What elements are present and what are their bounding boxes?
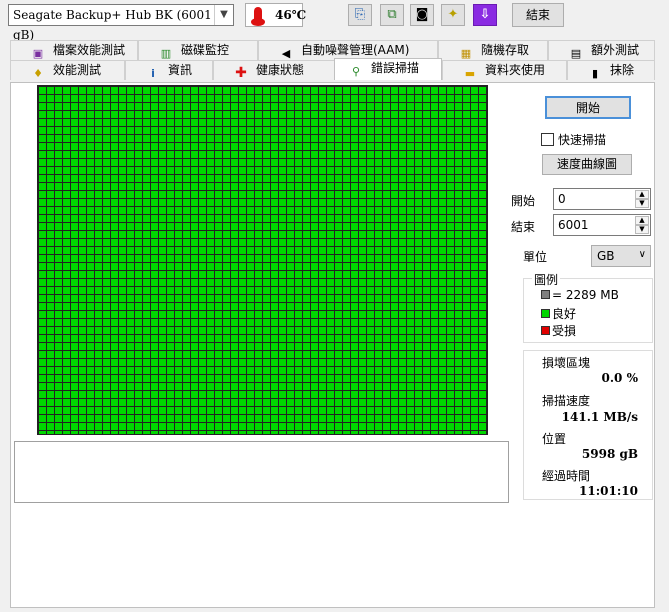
- end-field-label: 結束: [511, 220, 536, 234]
- options-icon: ✦: [447, 7, 459, 22]
- tab-benchmark[interactable]: ♦ 效能測試: [10, 60, 125, 80]
- camera-icon: ◙: [415, 7, 429, 22]
- magnifier-icon: ⚲: [351, 65, 361, 78]
- scan-log-box[interactable]: [14, 441, 509, 503]
- tab-label: 資訊: [168, 63, 193, 77]
- start-field[interactable]: 0 ▲ ▼: [553, 188, 651, 210]
- health-cross-icon: ✚: [235, 65, 247, 81]
- end-field-value: 6001: [558, 218, 589, 232]
- copy-button[interactable]: ⎘: [348, 4, 372, 26]
- download-icon: ⇩: [479, 7, 491, 22]
- tab-info[interactable]: i 資訊: [125, 60, 213, 80]
- legend-good: 良好: [541, 305, 576, 322]
- options-button[interactable]: ✦: [441, 4, 465, 26]
- tab-erase[interactable]: ▮ 抹除: [567, 60, 655, 80]
- download-button[interactable]: ⇩: [473, 4, 497, 26]
- info-icon: i: [151, 67, 155, 80]
- tab-label: 健康狀態: [256, 63, 305, 77]
- file-benchmark-icon: ▣: [32, 47, 44, 60]
- speaker-icon: ◀: [281, 47, 291, 60]
- disk-monitor-icon: ▥: [160, 47, 172, 60]
- tab-extra-tests[interactable]: ▤ 額外測試: [548, 40, 655, 60]
- tab-label: 隨機存取: [481, 43, 530, 57]
- tab-label: 磁碟監控: [181, 43, 230, 57]
- position-value: 5998 gB: [581, 447, 638, 461]
- extra-tests-icon: ▤: [570, 47, 582, 60]
- speed-curve-button[interactable]: 速度曲線圖: [542, 154, 632, 175]
- tab-label: 錯誤掃描: [371, 61, 420, 75]
- copy-all-icon: ⧉: [387, 7, 397, 22]
- damaged-blocks-value: 0.0 %: [601, 371, 638, 385]
- temperature-value: 46℃: [275, 8, 307, 22]
- scan-block-grid: [37, 85, 488, 435]
- drive-select-value: Seagate Backup+ Hub BK (6001 gB): [13, 8, 212, 42]
- tab-aam[interactable]: ◀ 自動噪聲管理(AAM): [258, 40, 438, 60]
- damaged-label: 受損: [552, 324, 577, 338]
- exit-button[interactable]: 結束: [512, 3, 564, 27]
- good-label: 良好: [552, 307, 577, 321]
- increment-icon[interactable]: ▲: [635, 190, 649, 199]
- quick-scan-checkbox[interactable]: [541, 133, 554, 146]
- temperature-display: 46℃: [245, 3, 307, 27]
- damaged-swatch: [541, 326, 550, 335]
- elapsed-time-label: 經過時間: [542, 469, 591, 483]
- copy-all-button[interactable]: ⧉: [380, 4, 404, 26]
- good-swatch: [541, 309, 550, 318]
- start-button[interactable]: 開始: [545, 96, 631, 119]
- block-size-text: = 2289 MB: [552, 288, 619, 302]
- legend-title: 圖例: [532, 271, 561, 288]
- increment-icon[interactable]: ▲: [635, 216, 649, 225]
- tab-label: 額外測試: [591, 43, 640, 57]
- scan-stats-group: 損壞區塊 0.0 % 掃描速度 141.1 MB/s 位置 5998 gB 經過…: [523, 350, 653, 500]
- copy-icon: ⎘: [354, 7, 366, 22]
- error-scan-panel: 開始 快速掃描 速度曲線圖 開始 0 ▲ ▼ 結束 6001 ▲ ▼ 單位 GB…: [10, 82, 655, 608]
- block-swatch: [541, 290, 550, 299]
- random-access-icon: ▦: [460, 47, 472, 60]
- unit-label: 單位: [523, 250, 548, 264]
- start-field-label: 開始: [511, 194, 536, 208]
- tab-folder-usage[interactable]: ▬ 資料夾使用: [442, 60, 567, 80]
- tab-label: 效能測試: [53, 63, 102, 77]
- tab-error-scan[interactable]: ⚲ 錯誤掃描: [334, 58, 442, 80]
- toolbar: Seagate Backup+ Hub BK (6001 gB) ▼ 46℃ ⎘…: [0, 0, 669, 42]
- decrement-icon[interactable]: ▼: [635, 225, 649, 234]
- tab-bar: ▣ 檔案效能測試 ▥ 磁碟監控 ◀ 自動噪聲管理(AAM) ▦ 隨機存取 ▤ 額外測試 ♦…: [10, 40, 655, 82]
- tab-random-access[interactable]: ▦ 隨機存取: [438, 40, 548, 60]
- trash-icon: ▮: [591, 67, 599, 80]
- chevron-down-icon: ∨: [638, 249, 646, 260]
- quick-scan-option[interactable]: 快速掃描: [541, 131, 606, 148]
- folder-icon: ▬: [464, 67, 476, 80]
- scan-speed-label: 掃描速度: [542, 394, 591, 408]
- legend-block-size: = 2289 MB: [541, 288, 619, 302]
- tab-file-benchmark[interactable]: ▣ 檔案效能測試: [10, 40, 138, 60]
- legend-damaged: 受損: [541, 322, 576, 339]
- start-field-value: 0: [558, 192, 566, 206]
- chevron-down-icon[interactable]: ▼: [214, 5, 233, 25]
- quick-scan-label: 快速掃描: [558, 133, 607, 147]
- thermometer-icon: [251, 7, 265, 26]
- elapsed-time-value: 11:01:10: [579, 484, 638, 498]
- tab-label: 檔案效能測試: [53, 43, 126, 57]
- benchmark-bulb-icon: ♦: [33, 67, 43, 80]
- damaged-blocks-label: 損壞區塊: [542, 356, 591, 370]
- tab-label: 自動噪聲管理(AAM): [301, 43, 410, 57]
- end-field[interactable]: 6001 ▲ ▼: [553, 214, 651, 236]
- tab-health[interactable]: ✚ 健康狀態: [213, 60, 338, 80]
- scan-speed-value: 141.1 MB/s: [561, 410, 638, 424]
- screenshot-button[interactable]: ◙: [410, 4, 434, 26]
- legend-group: 圖例 = 2289 MB 良好 受損: [523, 271, 653, 343]
- tab-label: 抹除: [610, 63, 635, 77]
- tab-disk-monitor[interactable]: ▥ 磁碟監控: [138, 40, 258, 60]
- decrement-icon[interactable]: ▼: [635, 199, 649, 208]
- unit-select[interactable]: GB ∨: [591, 245, 651, 267]
- unit-select-value: GB: [597, 249, 615, 263]
- tab-label: 資料夾使用: [485, 63, 546, 77]
- drive-select[interactable]: Seagate Backup+ Hub BK (6001 gB) ▼: [8, 4, 234, 42]
- position-label: 位置: [542, 432, 567, 446]
